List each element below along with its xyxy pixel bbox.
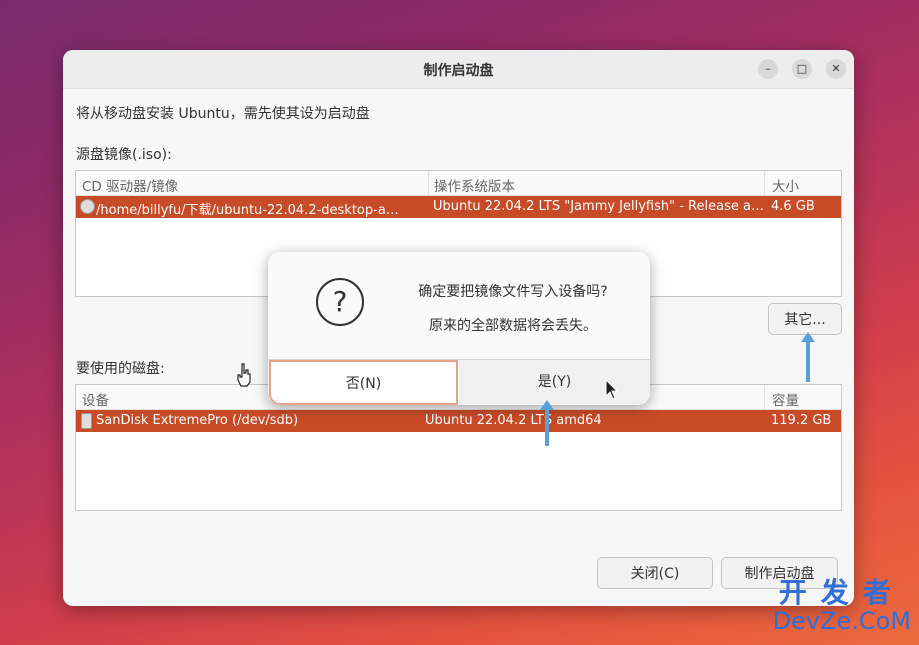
watermark-line1: 开发者: [778, 576, 905, 609]
arrow-up-icon: [540, 400, 554, 446]
iso-path: /home/billyfu/下载/ubuntu-22.04.2-desktop-…: [96, 203, 399, 218]
window-title: 制作启动盘: [423, 63, 494, 79]
source-label: 源盘镜像(.iso):: [76, 147, 172, 163]
question-icon: ?: [316, 278, 364, 326]
intro-text: 将从移动盘安装 Ubuntu，需先使其设为启动盘: [76, 106, 370, 122]
table-row[interactable]: /home/billyfu/下载/ubuntu-22.04.2-desktop-…: [76, 196, 841, 218]
iso-size: 4.6 GB: [771, 199, 815, 214]
watermark: 开发者 DevZe.CoM: [772, 576, 911, 635]
column-capacity[interactable]: 容量: [772, 389, 799, 409]
hand-cursor-icon: [237, 363, 251, 387]
disk-device: SanDisk ExtremePro (/dev/sdb): [96, 413, 299, 428]
cd-icon: [80, 199, 95, 214]
table-row[interactable]: SanDisk ExtremePro (/dev/sdb) Ubuntu 22.…: [76, 410, 841, 432]
confirm-dialog: ? 确定要把镜像文件写入设备吗? 原来的全部数据将会丢失。 否(N) 是(Y): [268, 252, 650, 405]
column-cd-image[interactable]: CD 驱动器/镜像: [82, 175, 178, 195]
column-device[interactable]: 设备: [82, 389, 109, 409]
close-button[interactable]: 关闭(C): [597, 557, 713, 589]
column-size[interactable]: 大小: [772, 175, 799, 195]
disk-os: Ubuntu 22.04.2 LTS amd64: [425, 413, 602, 428]
column-os-version[interactable]: 操作系统版本: [434, 175, 515, 195]
minimize-button[interactable]: –: [758, 59, 778, 79]
arrow-up-icon: [801, 332, 815, 382]
mouse-pointer-icon: [605, 379, 618, 400]
iso-os-version: Ubuntu 22.04.2 LTS "Jammy Jellyfish" - R…: [433, 199, 764, 214]
source-table-header: CD 驱动器/镜像 操作系统版本 大小: [76, 171, 841, 196]
dialog-button-bar: 否(N) 是(Y): [268, 359, 650, 405]
other-button[interactable]: 其它...: [768, 303, 842, 335]
close-window-button[interactable]: ✕: [826, 59, 846, 79]
disk-label: 要使用的磁盘:: [76, 361, 165, 377]
watermark-line2: DevZe.CoM: [772, 607, 911, 635]
maximize-button[interactable]: □: [792, 59, 812, 79]
titlebar: 制作启动盘 – □ ✕: [63, 50, 854, 89]
dialog-question: 确定要把镜像文件写入设备吗?: [418, 284, 608, 300]
no-button[interactable]: 否(N): [269, 360, 458, 405]
disk-size: 119.2 GB: [771, 413, 832, 428]
dialog-warning: 原来的全部数据将会丢失。: [429, 318, 597, 334]
yes-button[interactable]: 是(Y): [459, 360, 650, 405]
usb-drive-icon: [81, 413, 92, 429]
